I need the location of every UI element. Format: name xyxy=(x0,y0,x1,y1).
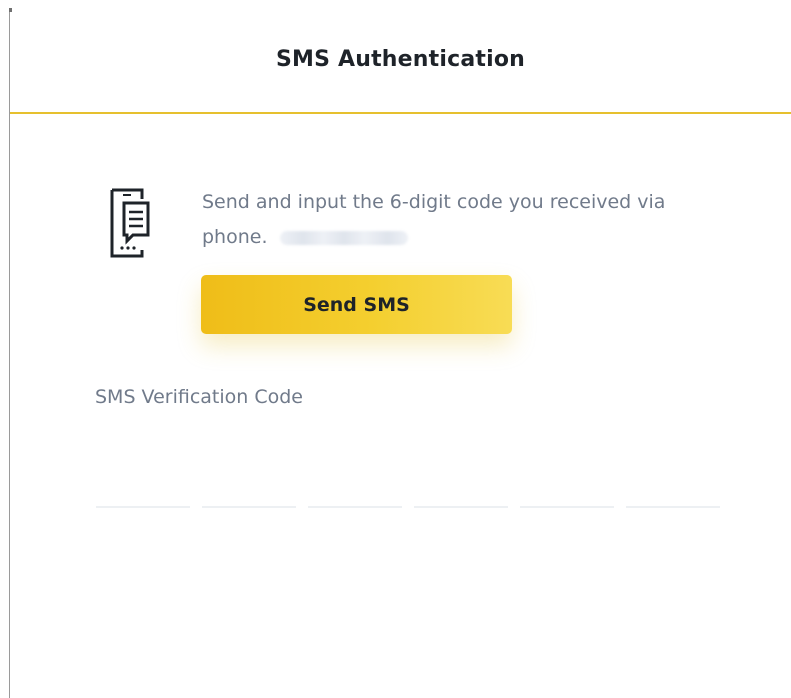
code-digit-input-5[interactable] xyxy=(520,470,614,508)
phone-message-icon xyxy=(110,188,150,258)
dialog-title: SMS Authentication xyxy=(275,47,526,72)
masked-phone-number: •••••••••• xyxy=(279,230,408,245)
code-digit-input-3[interactable] xyxy=(308,470,402,508)
instruction-message: Send and input the 6-digit code you rece… xyxy=(202,185,722,255)
instruction-text: Send and input the 6-digit code you rece… xyxy=(202,191,666,248)
verification-code-label: SMS Verification Code xyxy=(95,386,303,408)
header-divider xyxy=(10,112,791,114)
verification-code-inputs xyxy=(96,470,720,508)
dialog-header: SMS Authentication xyxy=(10,0,791,113)
code-digit-input-2[interactable] xyxy=(202,470,296,508)
code-digit-input-6[interactable] xyxy=(626,470,720,508)
code-digit-input-1[interactable] xyxy=(96,470,190,508)
send-sms-button[interactable]: Send SMS xyxy=(201,275,512,334)
code-digit-input-4[interactable] xyxy=(414,470,508,508)
sms-auth-dialog: SMS Authentication Send and input the 6-… xyxy=(0,0,791,698)
